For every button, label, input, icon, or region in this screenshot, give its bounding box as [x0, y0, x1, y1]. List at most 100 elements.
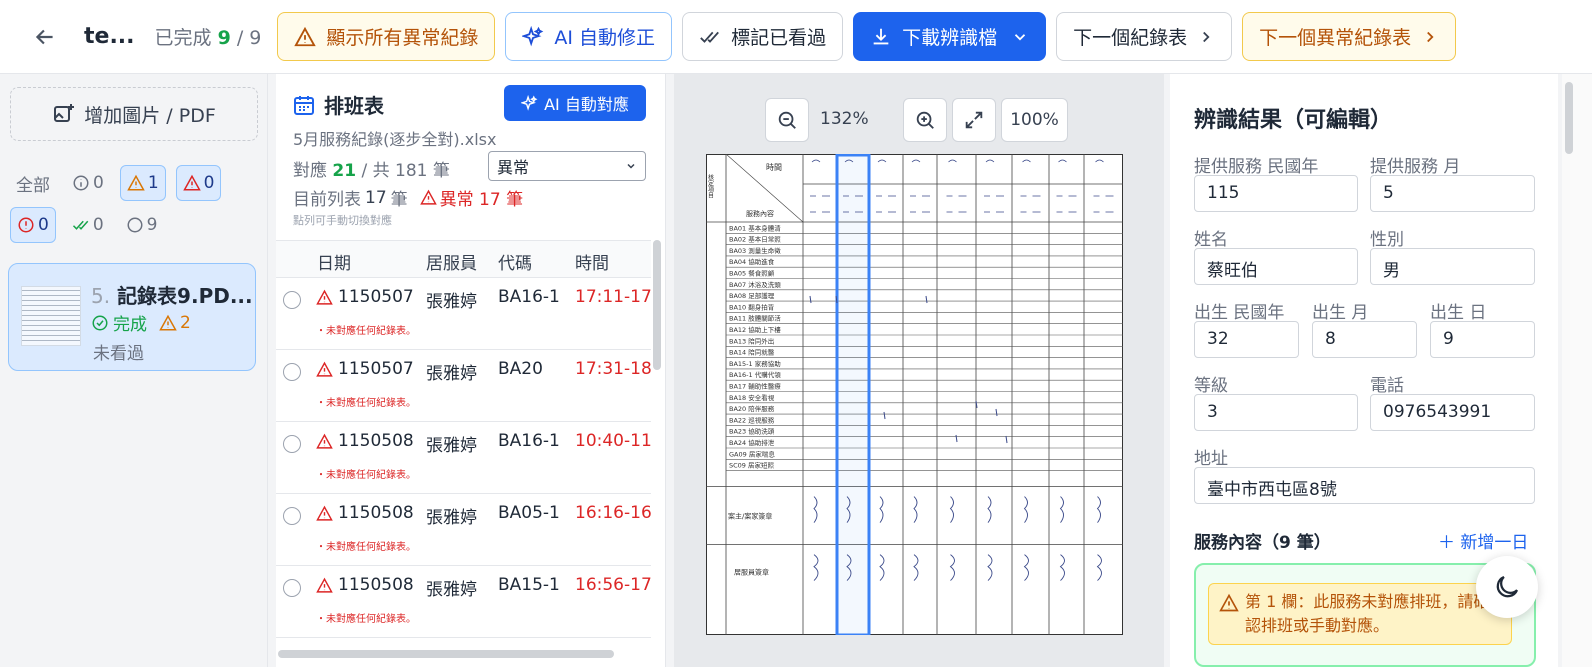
birth-year-input[interactable]: 32 [1194, 321, 1299, 358]
filter-checked-count: 0 [92, 215, 104, 235]
table-row[interactable]: 1150507 張雅婷 BA20 17:31-18: ・未對應任何紀錄表。 [276, 350, 651, 422]
ai-match-button[interactable]: AI 自動對應 [504, 85, 646, 121]
handwriting-mark [883, 411, 886, 420]
header-items-text: 核定項目 [707, 173, 714, 199]
phone-label: 電話 [1370, 376, 1404, 396]
signature-mark [913, 496, 919, 581]
gender-input[interactable]: 男 [1370, 248, 1535, 285]
warning-icon [1219, 593, 1239, 612]
next-record-button[interactable]: 下一個紀錄表 [1056, 12, 1233, 61]
table-row[interactable]: 1150507 張雅婷 BA16-1 17:11-17:3 ・未對應任何紀錄表。 [276, 278, 651, 350]
schedule-filter-select[interactable]: 異常 [488, 151, 646, 181]
record-list-panel: 增加圖片 / PDF 全部 0 1 0 0 0 9 5. 記錄表9.PD... … [0, 74, 268, 667]
ai-fix-button[interactable]: AI 自動修正 [505, 12, 673, 61]
double-check-icon [700, 31, 719, 43]
reset-zoom-button[interactable]: 100% [1001, 98, 1068, 142]
birth-month-input[interactable]: 8 [1312, 321, 1417, 358]
filter-info[interactable]: 0 [66, 165, 110, 201]
service-item-label: BA24 協助排泄 [729, 438, 775, 447]
row-radio[interactable] [283, 579, 301, 597]
sparkle-icon [522, 25, 544, 46]
service-year-input[interactable]: 115 [1194, 175, 1358, 212]
warning-icon [127, 174, 145, 191]
row-worker: 張雅婷 [426, 436, 477, 456]
show-all-abnormal-button[interactable]: 顯示所有異常紀錄 [277, 12, 496, 61]
address-input[interactable]: 臺中市西屯區8號 [1194, 467, 1535, 504]
row-time: 17:31-18: [575, 359, 651, 379]
warning-count: 2 [180, 312, 191, 333]
filter-checked[interactable]: 0 [66, 207, 110, 243]
add-image-label: 增加圖片 / PDF [84, 104, 216, 127]
service-month-input[interactable]: 5 [1370, 175, 1535, 212]
ai-fix-label: AI 自動修正 [554, 27, 656, 49]
mark-seen-button[interactable]: 標記已看過 [682, 12, 844, 61]
service-item-label: BA07 沐浴及洗頭 [729, 280, 781, 289]
horizontal-scrollbar[interactable] [278, 650, 614, 658]
filter-critical[interactable]: 0 [10, 207, 56, 243]
theme-toggle-button[interactable] [1476, 556, 1538, 618]
service-item-label: BA10 翻身拍背 [729, 302, 775, 311]
level-label: 等級 [1194, 376, 1228, 396]
zoom-in-button[interactable] [903, 98, 947, 142]
row-code: BA15-1 [498, 575, 560, 595]
phone-input[interactable]: 0976543991 [1370, 394, 1535, 431]
back-button[interactable] [30, 22, 60, 52]
record-card[interactable]: 5. 記錄表9.PD... 完成 2 未看過 [8, 263, 256, 371]
add-day-button[interactable]: ＋ 新增一日 [1438, 528, 1528, 553]
table-row[interactable]: 1150508 張雅婷 BA15-1 16:56-17: ・未對應任何紀錄表。 [276, 566, 651, 638]
signature-mark [949, 496, 955, 581]
signature-mark [879, 496, 885, 581]
seen-status: 未看過 [93, 344, 144, 364]
row-date: 1150508 [316, 575, 414, 595]
service-item-label: BA12 協助上下樓 [729, 325, 781, 334]
filter-all[interactable]: 全部 [10, 165, 56, 201]
service-item-label: BA23 協助洗頭 [729, 427, 775, 436]
col-date: 日期 [317, 254, 351, 274]
calendar-icon [294, 95, 314, 115]
row-radio[interactable] [283, 363, 301, 381]
birth-month-label: 出生 月 [1312, 303, 1369, 323]
progress-done: 9 [217, 27, 231, 49]
row-date: 1150508 [316, 503, 414, 523]
handwriting-mark [955, 434, 958, 443]
filter-warning[interactable]: 1 [119, 165, 166, 201]
zoom-out-button[interactable] [765, 98, 809, 142]
add-image-button[interactable]: 增加圖片 / PDF [10, 87, 258, 141]
table-row[interactable]: 1150508 張雅婷 BA16-1 10:40-11: ・未對應任何紀錄表。 [276, 422, 651, 494]
row-radio[interactable] [283, 507, 301, 525]
filter-error[interactable]: 0 [175, 165, 222, 201]
next-abnormal-button[interactable]: 下一個異常紀錄表 [1242, 12, 1457, 61]
handwriting-mark [810, 159, 830, 213]
row-radio[interactable] [283, 435, 301, 453]
filter-empty[interactable]: 9 [120, 207, 164, 243]
row-time: 17:11-17:3 [575, 287, 651, 307]
service-item-label: BA22 巡視服務 [729, 415, 775, 424]
chevron-right-icon [1203, 31, 1210, 42]
name-input[interactable]: 蔡旺伯 [1194, 248, 1358, 285]
row-code: BA20 [498, 359, 543, 379]
signature-mark [813, 496, 819, 581]
row-date-value: 1150508 [338, 503, 414, 523]
record-title: 5. 記錄表9.PD... [91, 280, 251, 309]
double-check-icon [72, 220, 89, 230]
download-button[interactable]: 下載辨識檔 [853, 12, 1047, 61]
fit-screen-button[interactable] [952, 98, 996, 142]
list-count: 目前列表 17 筆 異常 17 筆 [293, 185, 523, 211]
schedule-title: 排班表 [324, 94, 384, 118]
unmatched-warning-text: 第 1 欄：此服務未對應排班，請確認排班或手動對應。 [1245, 592, 1490, 635]
top-toolbar: te... 已完成 9 / 9 顯示所有異常紀錄 AI 自動修正 標記已看過 下… [0, 0, 1592, 74]
row-note: ・未對應任何紀錄表。 [316, 542, 416, 553]
birth-day-input[interactable]: 9 [1430, 321, 1535, 358]
handwriting-mark [925, 295, 928, 304]
level-input[interactable]: 3 [1194, 394, 1358, 431]
schedule-hint: 點列可手動切換對應 [293, 214, 392, 227]
row-worker: 張雅婷 [426, 364, 477, 384]
row-radio[interactable] [283, 291, 301, 309]
result-scrollbar-track [1562, 74, 1592, 667]
result-scrollbar-thumb[interactable] [1565, 82, 1573, 154]
warning-icon [294, 26, 317, 46]
vertical-scrollbar[interactable] [653, 240, 661, 370]
row-date-value: 1150508 [338, 431, 414, 451]
arrow-left-icon [35, 29, 53, 44]
table-row[interactable]: 1150508 張雅婷 BA05-1 16:16-16: ・未對應任何紀錄表。 [276, 494, 651, 566]
